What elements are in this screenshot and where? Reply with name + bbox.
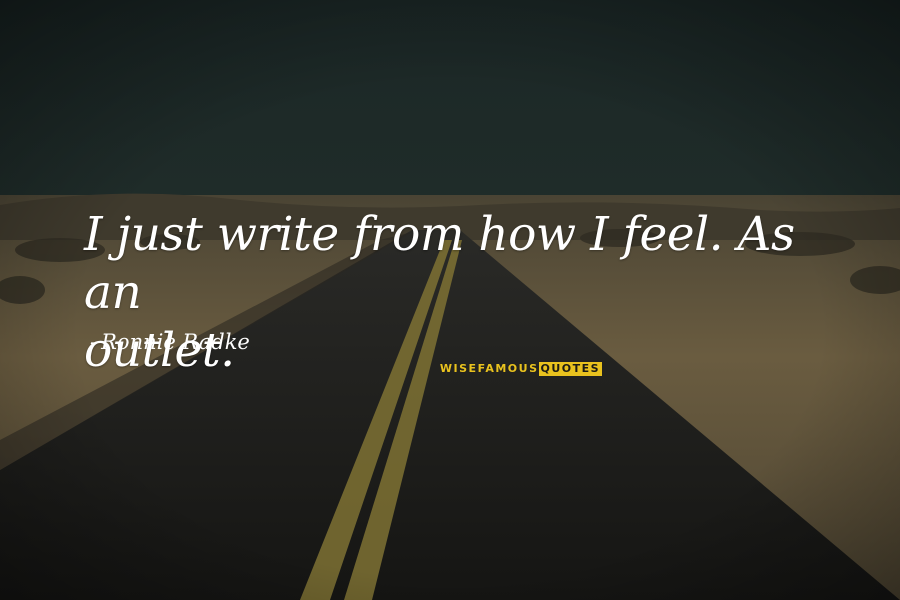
author-dash: - (90, 330, 98, 354)
watermark-logo: WISEFAMOUS QUOTES (421, 362, 621, 376)
watermark-part-2: QUOTES (538, 362, 603, 376)
author-name: Ronnie Radke (101, 330, 250, 354)
watermark-part-1: WISEFAMOUS (439, 362, 539, 375)
quote-card: I just write from how I feel. As an outl… (0, 0, 900, 600)
quote-author: - Ronnie Radke (90, 330, 250, 354)
quote-line-1: I just write from how I feel. As an (84, 207, 795, 320)
